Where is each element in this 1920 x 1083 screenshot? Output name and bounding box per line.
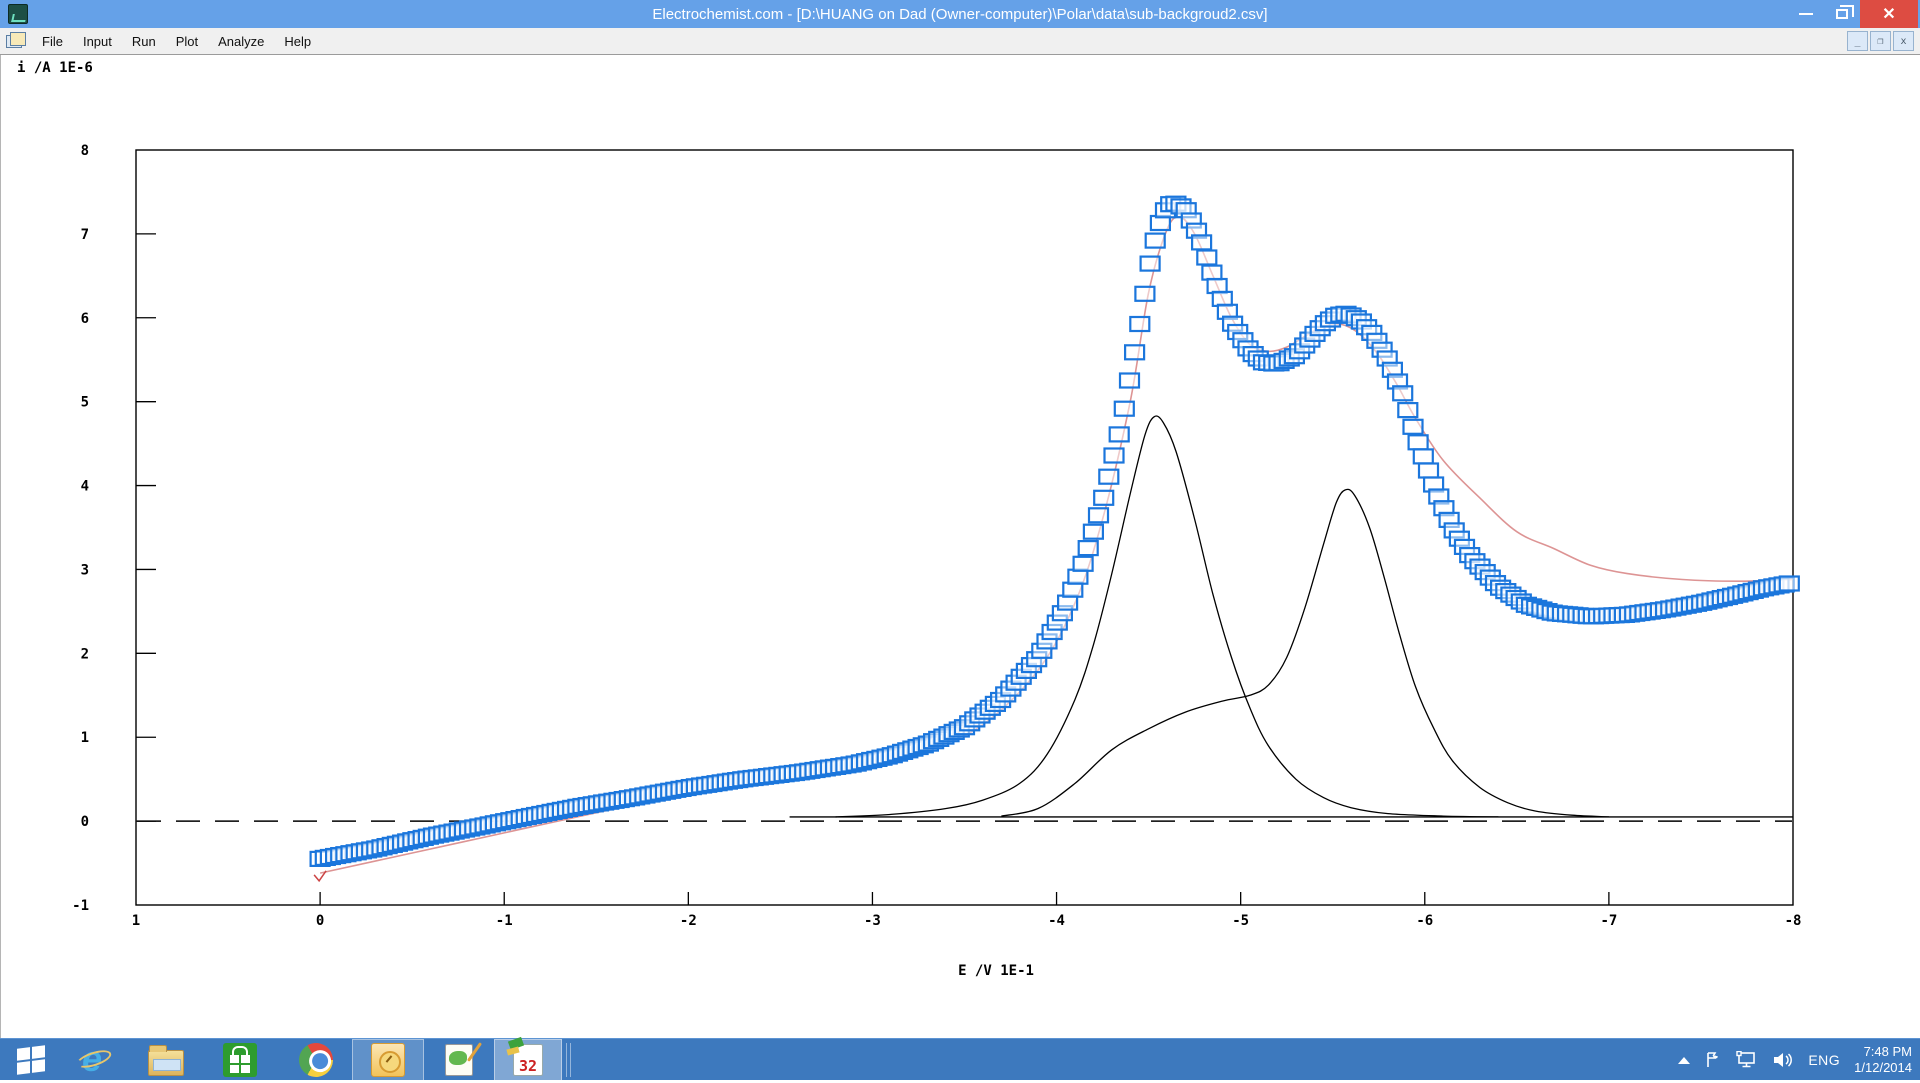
svg-text:-6: -6 [1416, 913, 1433, 929]
mdi-window-controls: _ ❐ x [1847, 31, 1914, 51]
menu-input[interactable]: Input [73, 30, 122, 53]
menu-plot[interactable]: Plot [166, 30, 208, 53]
svg-text:-5: -5 [1232, 913, 1249, 929]
minimize-button[interactable] [1788, 0, 1824, 28]
mdi-close-button[interactable]: x [1893, 31, 1914, 51]
close-icon: ✕ [1882, 4, 1895, 24]
component-1-curve [836, 416, 1499, 817]
svg-text:1: 1 [132, 913, 140, 929]
restore-button[interactable] [1824, 0, 1860, 28]
taskbar-divider [566, 1043, 567, 1077]
minimize-icon [1799, 13, 1813, 15]
menu-bar: File Input Run Plot Analyze Help _ ❐ x [0, 28, 1920, 55]
notepad-plus-plus-icon[interactable] [438, 1039, 480, 1081]
svg-text:7: 7 [81, 227, 89, 243]
restore-icon [1836, 9, 1848, 19]
svg-text:1: 1 [81, 730, 89, 746]
action-center-flag-icon[interactable] [1704, 1051, 1722, 1069]
close-button[interactable]: ✕ [1860, 0, 1918, 28]
electrochemist-32-icon: 32 [513, 1044, 543, 1076]
document-window-icon[interactable] [6, 35, 22, 48]
mdi-minimize-button[interactable]: _ [1847, 31, 1868, 51]
plot-frame [136, 150, 1793, 905]
file-explorer-icon[interactable] [146, 1039, 186, 1081]
plot-client-area: i /A 1E-6 876543210-110-1-2-3-4-5-6-7-8 … [0, 55, 1920, 1038]
chart-canvas: 8 7 6 5 4 3 2 1 0 -1 1 0 -1 -2 -3 -4 -5 -6 -7 -8 [1, 55, 1920, 1038]
svg-text:-3: -3 [864, 913, 881, 929]
clock[interactable]: 7:48 PM 1/12/2014 [1854, 1044, 1912, 1076]
mdi-restore-button[interactable]: ❐ [1870, 31, 1891, 51]
svg-text:-8: -8 [1785, 913, 1802, 929]
system-tray: ENG 7:48 PM 1/12/2014 [1678, 1039, 1920, 1081]
svg-text:2: 2 [81, 646, 89, 662]
svg-text:3: 3 [81, 562, 89, 578]
network-icon[interactable] [1736, 1051, 1758, 1069]
svg-text:-4: -4 [1048, 913, 1065, 929]
outlook-icon [371, 1043, 405, 1077]
windows-store-icon[interactable] [221, 1039, 259, 1081]
outlook-button[interactable] [352, 1039, 424, 1081]
svg-text:-1: -1 [72, 898, 89, 914]
internet-explorer-icon[interactable]: e [74, 1039, 114, 1081]
taskbar: e 32 ENG 7:48 PM [0, 1038, 1920, 1080]
menu-run[interactable]: Run [122, 30, 166, 53]
svg-text:-2: -2 [680, 913, 697, 929]
window-title: Electrochemist.com - [D:\HUANG on Dad (O… [0, 6, 1920, 23]
experimental-symbol-band [311, 197, 1799, 866]
svg-text:0: 0 [81, 814, 89, 830]
taskbar-divider2 [570, 1043, 571, 1077]
clock-date: 1/12/2014 [1854, 1060, 1912, 1076]
svg-text:-1: -1 [496, 913, 513, 929]
svg-text:4: 4 [81, 479, 89, 495]
app-icon [8, 4, 28, 24]
axis-ticks: 8 7 6 5 4 3 2 1 0 -1 1 0 -1 -2 -3 -4 -5 -6 -7 -8 [72, 143, 1801, 929]
show-hidden-icons-button[interactable] [1678, 1057, 1690, 1064]
svg-text:6: 6 [81, 311, 89, 327]
menu-help[interactable]: Help [274, 30, 321, 53]
svg-text:0: 0 [316, 913, 324, 929]
svg-text:5: 5 [81, 395, 89, 411]
fitted-curve-curve [320, 217, 1793, 873]
volume-icon[interactable] [1772, 1051, 1794, 1069]
x-axis-title: E /V 1E-1 [831, 963, 1161, 979]
menu-file[interactable]: File [32, 30, 73, 53]
title-bar: Electrochemist.com - [D:\HUANG on Dad (O… [0, 0, 1920, 28]
clock-time: 7:48 PM [1854, 1044, 1912, 1060]
menu-analyze[interactable]: Analyze [208, 30, 274, 53]
windows-logo-icon [17, 1045, 45, 1074]
language-indicator[interactable]: ENG [1808, 1052, 1840, 1068]
svg-text:-7: -7 [1600, 913, 1617, 929]
start-button[interactable] [12, 1039, 50, 1081]
svg-text:8: 8 [81, 143, 89, 159]
electrochemist-app-button[interactable]: 32 [494, 1039, 562, 1081]
chrome-icon[interactable] [297, 1039, 335, 1081]
